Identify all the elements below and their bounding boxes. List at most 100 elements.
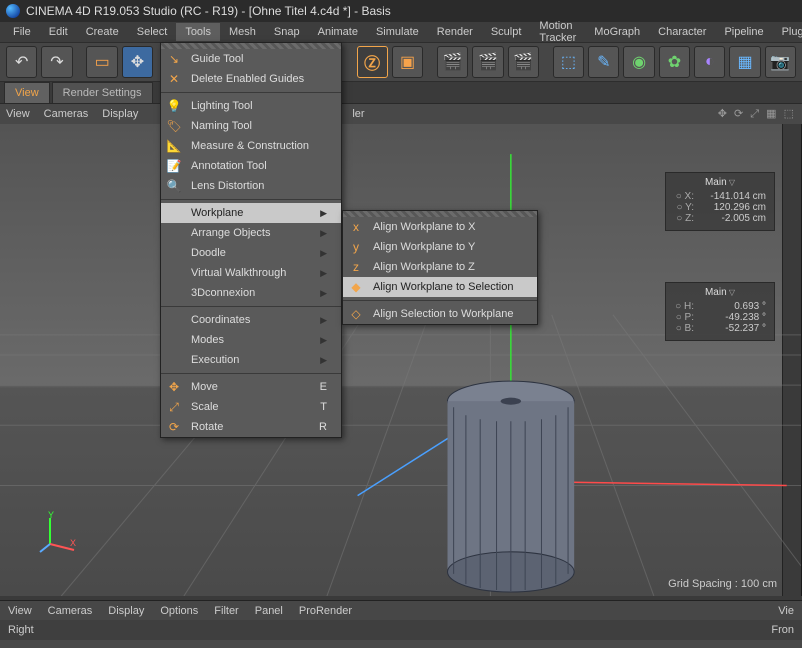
viewport-menubar: View Cameras Display ler ✥ ⟳ ⤢ ▦ ⬚: [0, 104, 802, 124]
tools-measure-construction[interactable]: 📐Measure & Construction: [161, 136, 341, 156]
menu-motion-tracker[interactable]: Motion Tracker: [530, 17, 585, 47]
workplane-align-workplane-to-z[interactable]: zAlign Workplane to Z: [343, 257, 537, 277]
lower-menu-display[interactable]: Display: [108, 605, 144, 617]
workplane-submenu[interactable]: xAlign Workplane to X y Align Workplane to…: [342, 210, 538, 325]
clapper3-icon[interactable]: 🎬: [508, 46, 539, 78]
menu-item-icon: ✥: [165, 379, 183, 395]
menu-item-label: Align Workplane to Y: [373, 241, 475, 253]
vp-menu-cameras[interactable]: Cameras: [44, 108, 89, 120]
lower-right-label: Vie: [778, 605, 794, 617]
lower-menu-prorender[interactable]: ProRender: [299, 605, 352, 617]
cube-icon[interactable]: ▣: [392, 46, 423, 78]
menu-item-icon: 📐: [165, 138, 183, 154]
camera-icon[interactable]: 📷: [765, 46, 796, 78]
lower-menu-cameras[interactable]: Cameras: [48, 605, 93, 617]
clapper2-icon[interactable]: 🎬: [472, 46, 503, 78]
menu-item-icon: [165, 205, 183, 221]
spline-icon[interactable]: ✎: [588, 46, 619, 78]
menu-edit[interactable]: Edit: [40, 23, 77, 41]
tools-move[interactable]: ✥MoveE: [161, 377, 341, 397]
menubar: FileEditCreateSelectToolsMeshSnapAnimate…: [0, 22, 802, 42]
menu-item-label: Delete Enabled Guides: [191, 73, 304, 85]
tab-render-settings[interactable]: Render Settings: [52, 82, 153, 103]
tools-modes[interactable]: Modes▶: [161, 330, 341, 350]
window-title: CINEMA 4D R19.053 Studio (RC - R19) - [O…: [26, 4, 391, 18]
menu-item-icon: ⟳: [165, 419, 183, 435]
tools-naming-tool[interactable]: 🏷Naming Tool: [161, 116, 341, 136]
tools-scale[interactable]: ⤢ Scale T: [161, 397, 341, 417]
menu-item-label: Scale: [191, 401, 219, 413]
menu-create[interactable]: Create: [77, 23, 128, 41]
menu-item-label: Annotation Tool: [191, 160, 267, 172]
tools-delete-enabled-guides[interactable]: ✕Delete Enabled Guides: [161, 69, 341, 89]
shortcut-label: T: [320, 401, 327, 413]
menu-item-icon: y: [347, 239, 365, 255]
vp-menu-display[interactable]: Display: [102, 108, 138, 120]
menu-item-icon: ⤢: [165, 399, 183, 415]
menu-item-label: Virtual Walkthrough: [191, 267, 286, 279]
workplane-align-workplane-to-selection[interactable]: ◆Align Workplane to Selection: [343, 277, 537, 297]
hud-position: Main ○ X:-141.014 cm○ Y:120.296 cm○ Z:-2…: [665, 172, 775, 231]
tab-view[interactable]: View: [4, 82, 50, 103]
menu-item-label: Naming Tool: [191, 120, 252, 132]
tools-lighting-tool[interactable]: 💡Lighting Tool: [161, 96, 341, 116]
shortcut-label: E: [320, 381, 327, 393]
lower-menu-panel[interactable]: Panel: [255, 605, 283, 617]
view-name-right: Fron: [771, 624, 794, 636]
tools-virtual-walkthrough[interactable]: Virtual Walkthrough▶: [161, 263, 341, 283]
vp-menu-view[interactable]: View: [6, 108, 30, 120]
move-tool[interactable]: ✥: [122, 46, 153, 78]
tools-coordinates[interactable]: Coordinates▶: [161, 310, 341, 330]
grid-spacing-label: Grid Spacing : 100 cm: [668, 578, 777, 590]
tools-execution[interactable]: Execution▶: [161, 350, 341, 370]
tools-guide-tool[interactable]: ↘Guide Tool: [161, 49, 341, 69]
workplane-align-workplane-to-x[interactable]: xAlign Workplane to X: [343, 217, 537, 237]
menu-simulate[interactable]: Simulate: [367, 23, 428, 41]
viewport-perspective[interactable]: Y X Grid Spacing : 100 cm Main ○ X:-141.…: [0, 124, 802, 596]
menu-pipeline[interactable]: Pipeline: [715, 23, 772, 41]
lower-menu-view[interactable]: View: [8, 605, 32, 617]
menu-render[interactable]: Render: [428, 23, 482, 41]
redo-button[interactable]: ↷: [41, 46, 72, 78]
generator-icon[interactable]: ◉: [623, 46, 654, 78]
tools-workplane[interactable]: Workplane▶: [161, 203, 341, 223]
submenu-arrow-icon: ▶: [320, 228, 327, 239]
select-tool[interactable]: ▭: [86, 46, 117, 78]
menu-animate[interactable]: Animate: [309, 23, 367, 41]
tools-3dconnexion[interactable]: 3Dconnexion▶: [161, 283, 341, 303]
app-icon: [6, 4, 20, 18]
menu-plugin[interactable]: Plugin: [773, 23, 802, 41]
menu-item-label: Rotate: [191, 421, 223, 433]
lower-menu-filter[interactable]: Filter: [214, 605, 238, 617]
tools-lens-distortion[interactable]: 🔍Lens Distortion: [161, 176, 341, 196]
menu-mograph[interactable]: MoGraph: [585, 23, 649, 41]
prim-cube-icon[interactable]: ⬚: [553, 46, 584, 78]
clapper1-icon[interactable]: 🎬: [437, 46, 468, 78]
menu-tools[interactable]: Tools: [176, 23, 220, 41]
menu-item-icon: x: [347, 219, 365, 235]
workplane-align-selection-to-workplane[interactable]: ◇Align Selection to Workplane: [343, 304, 537, 324]
menu-snap[interactable]: Snap: [265, 23, 309, 41]
menu-mesh[interactable]: Mesh: [220, 23, 265, 41]
tools-arrange-objects[interactable]: Arrange Objects▶: [161, 223, 341, 243]
tools-menu[interactable]: ↘Guide Tool✕Delete Enabled Guides 💡Lighti…: [160, 42, 342, 438]
floor-icon[interactable]: ▦: [729, 46, 760, 78]
menu-select[interactable]: Select: [128, 23, 177, 41]
viewport-nav-icons[interactable]: ✥ ⟳ ⤢ ▦ ⬚: [718, 107, 796, 121]
submenu-arrow-icon: ▶: [320, 355, 327, 366]
menu-item-icon: [165, 245, 183, 261]
axis-icon[interactable]: Ⓩ: [357, 46, 388, 78]
lower-menu-options[interactable]: Options: [160, 605, 198, 617]
deformer-icon[interactable]: ◐: [694, 46, 725, 78]
menu-sculpt[interactable]: Sculpt: [482, 23, 531, 41]
workplane-align-workplane-to-y[interactable]: y Align Workplane to Y: [343, 237, 537, 257]
menu-item-label: Lens Distortion: [191, 180, 264, 192]
undo-button[interactable]: ↶: [6, 46, 37, 78]
tools-annotation-tool[interactable]: 📝Annotation Tool: [161, 156, 341, 176]
menu-character[interactable]: Character: [649, 23, 715, 41]
menu-file[interactable]: File: [4, 23, 40, 41]
gen2-icon[interactable]: ✿: [659, 46, 690, 78]
tools-rotate[interactable]: ⟳RotateR: [161, 417, 341, 437]
hud-rotation: Main ○ H:0.693 °○ P:-49.238 °○ B:-52.237…: [665, 282, 775, 341]
tools-doodle[interactable]: Doodle▶: [161, 243, 341, 263]
